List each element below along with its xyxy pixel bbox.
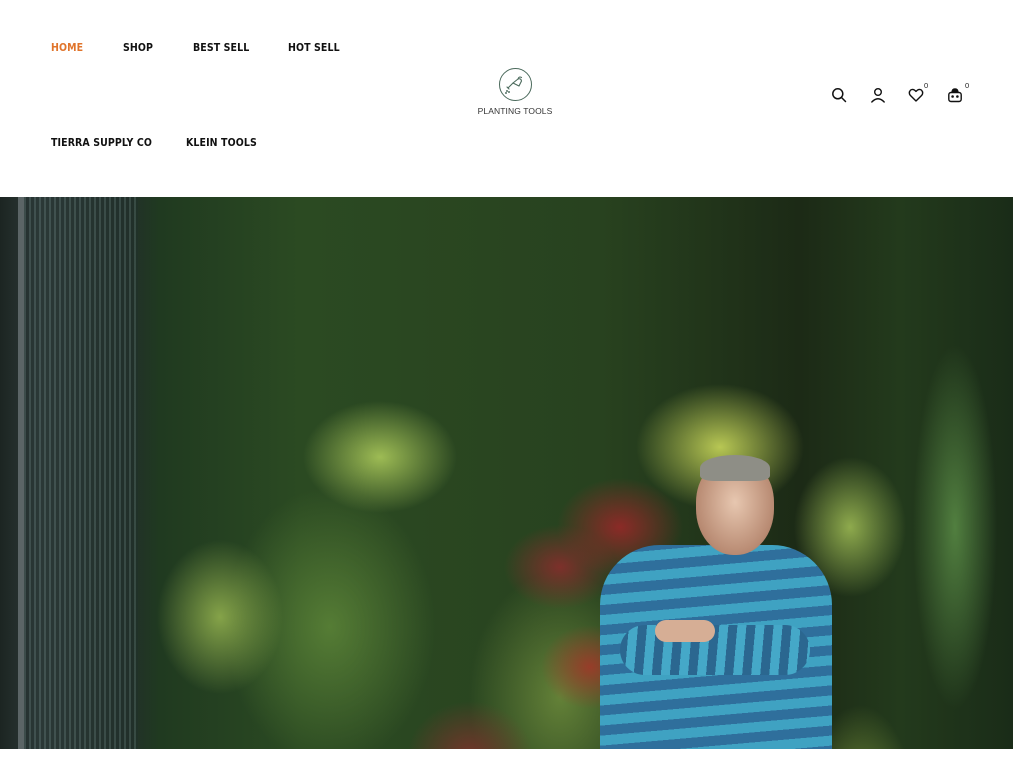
nav-hot-sell[interactable]: HOT SELL xyxy=(288,42,340,54)
nav-best-sell[interactable]: BEST SELL xyxy=(193,42,249,54)
user-icon xyxy=(871,88,885,103)
person-hand xyxy=(655,620,715,642)
watering-can-icon xyxy=(498,68,532,101)
heart-icon xyxy=(908,88,924,102)
hero-window-frame xyxy=(18,197,138,749)
wishlist-button[interactable] xyxy=(906,85,926,105)
nav-tierra-supply-co[interactable]: TIERRA SUPPLY CO xyxy=(51,137,152,149)
person-arms xyxy=(620,625,810,675)
hero-person xyxy=(600,455,832,749)
hero-banner[interactable] xyxy=(0,197,1013,749)
cart-count-badge: 0 xyxy=(965,81,970,90)
logo-text: PLANTING TOOLS xyxy=(477,106,553,116)
search-icon xyxy=(832,88,847,103)
search-button[interactable] xyxy=(829,85,849,105)
nav-klein-tools[interactable]: KLEIN TOOLS xyxy=(186,137,257,149)
site-logo[interactable]: PLANTING TOOLS xyxy=(470,68,560,116)
nav-home[interactable]: HOME xyxy=(51,42,83,54)
account-button[interactable] xyxy=(868,85,888,105)
wishlist-count-badge: 0 xyxy=(924,81,929,90)
cart-button[interactable] xyxy=(945,85,965,105)
site-header: HOME SHOP BEST SELL HOT SELL TIERRA SUPP… xyxy=(0,0,1024,197)
person-hair xyxy=(700,455,770,481)
shopping-bag-icon xyxy=(948,88,962,103)
nav-shop[interactable]: SHOP xyxy=(123,42,153,54)
